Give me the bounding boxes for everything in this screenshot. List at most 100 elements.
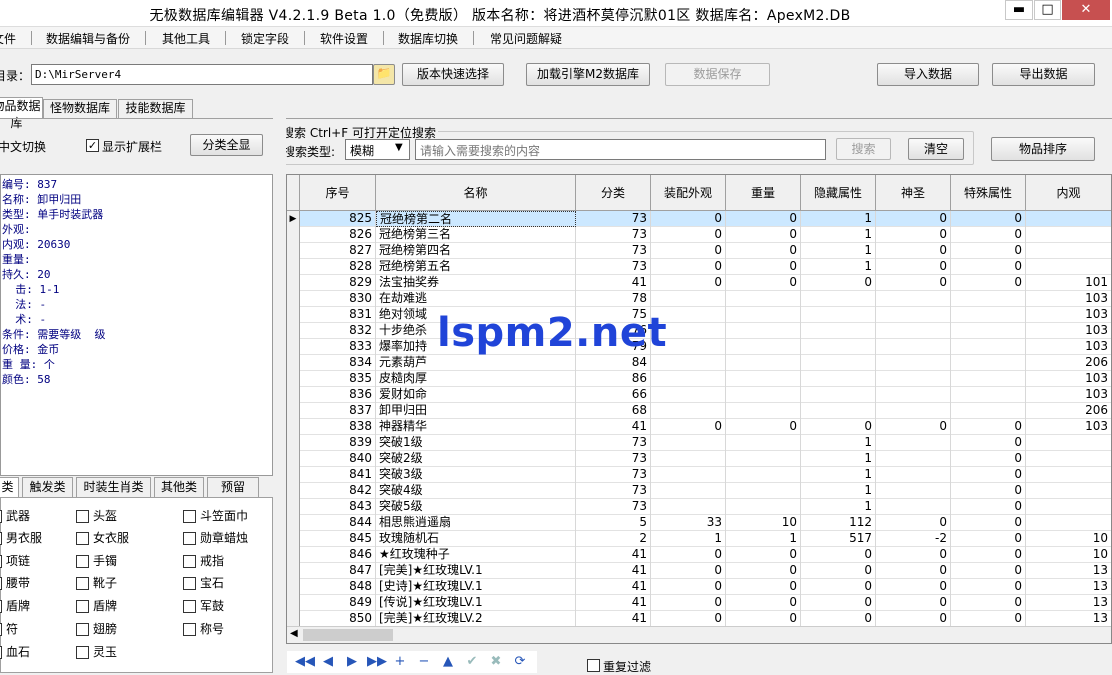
cell-name[interactable]: 突破5级	[376, 499, 576, 515]
cell-special-attr[interactable]	[951, 371, 1026, 387]
row-pointer-icon[interactable]: ▶	[287, 211, 300, 227]
cell-holy[interactable]	[876, 339, 951, 355]
cell-category[interactable]: 73	[576, 227, 651, 243]
category-checkbox[interactable]: 女衣服	[76, 530, 129, 546]
header-col-index[interactable]: 序号	[300, 175, 376, 211]
cell-special-attr[interactable]	[951, 403, 1026, 419]
cell-weight[interactable]	[726, 467, 801, 483]
cell-inner[interactable]: 13	[1026, 563, 1111, 579]
tab-category[interactable]: 类	[0, 477, 19, 497]
cell-index[interactable]: 832	[300, 323, 376, 339]
cell-category[interactable]: 2	[576, 531, 651, 547]
cell-special-attr[interactable]	[951, 307, 1026, 323]
checkbox[interactable]	[76, 510, 89, 523]
category-checkbox[interactable]: 手镯	[76, 553, 117, 569]
cell-special-attr[interactable]: 0	[951, 547, 1026, 563]
cell-special-attr[interactable]: 0	[951, 451, 1026, 467]
cell-hidden-attr[interactable]: 0	[801, 579, 876, 595]
table-row[interactable]: 841 突破3级 73 1 0	[287, 467, 1111, 483]
cell-name[interactable]: [完美]★红玫瑰LV.2	[376, 611, 576, 627]
checkbox[interactable]	[0, 646, 2, 659]
cell-index[interactable]: 842	[300, 483, 376, 499]
table-row[interactable]: 836 爱财如命 66 103	[287, 387, 1111, 403]
cell-name[interactable]: 冠绝榜第二名	[376, 211, 576, 227]
cell-holy[interactable]: 0	[876, 227, 951, 243]
table-row[interactable]: 832 十步绝杀 76 103	[287, 323, 1111, 339]
cell-index[interactable]: 844	[300, 515, 376, 531]
cell-appearance[interactable]: 0	[651, 563, 726, 579]
cell-holy[interactable]: 0	[876, 595, 951, 611]
cell-name[interactable]: 皮糙肉厚	[376, 371, 576, 387]
cell-weight[interactable]: 0	[726, 275, 801, 291]
cell-special-attr[interactable]: 0	[951, 211, 1026, 227]
cell-hidden-attr[interactable]: 1	[801, 499, 876, 515]
cell-special-attr[interactable]: 0	[951, 483, 1026, 499]
checkbox[interactable]	[76, 623, 89, 636]
cell-name[interactable]: 突破2级	[376, 451, 576, 467]
row-indicator[interactable]	[287, 467, 300, 483]
cell-appearance[interactable]	[651, 467, 726, 483]
cell-hidden-attr[interactable]: 1	[801, 435, 876, 451]
cell-name[interactable]: 冠绝榜第三名	[376, 227, 576, 243]
cell-special-attr[interactable]: 0	[951, 243, 1026, 259]
cell-appearance[interactable]: 0	[651, 611, 726, 627]
table-row[interactable]: 842 突破4级 73 1 0	[287, 483, 1111, 499]
cell-category[interactable]: 73	[576, 435, 651, 451]
cell-index[interactable]: 830	[300, 291, 376, 307]
cell-hidden-attr[interactable]	[801, 403, 876, 419]
cell-appearance[interactable]: 0	[651, 547, 726, 563]
cell-hidden-attr[interactable]: 1	[801, 211, 876, 227]
checkbox[interactable]	[76, 646, 89, 659]
checkbox[interactable]	[76, 532, 89, 545]
insert-record-icon[interactable]: +	[391, 654, 409, 670]
cell-holy[interactable]: 0	[876, 547, 951, 563]
cell-inner[interactable]	[1026, 451, 1111, 467]
search-type-select[interactable]: 模糊 ▼	[345, 139, 410, 160]
cell-appearance[interactable]	[651, 291, 726, 307]
cell-index[interactable]: 847	[300, 563, 376, 579]
cell-appearance[interactable]	[651, 355, 726, 371]
cell-special-attr[interactable]: 0	[951, 467, 1026, 483]
cell-special-attr[interactable]: 0	[951, 515, 1026, 531]
table-row[interactable]: 833 爆率加持 79 103	[287, 339, 1111, 355]
table-row[interactable]: ▶ 825 冠绝榜第二名 73 0 0 1 0 0	[287, 211, 1111, 227]
table-row[interactable]: 837 卸甲归田 68 206	[287, 403, 1111, 419]
cell-index[interactable]: 827	[300, 243, 376, 259]
header-col-hidden-attr[interactable]: 隐藏属性	[801, 175, 876, 211]
cell-holy[interactable]	[876, 323, 951, 339]
cell-name[interactable]: 冠绝榜第五名	[376, 259, 576, 275]
cell-category[interactable]: 41	[576, 611, 651, 627]
cell-category[interactable]: 73	[576, 467, 651, 483]
maximize-button[interactable]: □	[1034, 0, 1061, 20]
cell-holy[interactable]	[876, 483, 951, 499]
cell-inner[interactable]: 206	[1026, 403, 1111, 419]
cell-category[interactable]: 73	[576, 483, 651, 499]
header-col-weight[interactable]: 重量	[726, 175, 801, 211]
cell-weight[interactable]: 0	[726, 259, 801, 275]
checkbox[interactable]	[0, 532, 2, 545]
row-indicator[interactable]	[287, 435, 300, 451]
cell-category[interactable]: 66	[576, 387, 651, 403]
cell-special-attr[interactable]	[951, 291, 1026, 307]
cell-index[interactable]: 838	[300, 419, 376, 435]
cell-appearance[interactable]	[651, 435, 726, 451]
header-col-special-attr[interactable]: 特殊属性	[951, 175, 1026, 211]
minimize-button[interactable]: ▬	[1005, 0, 1033, 20]
cell-holy[interactable]: 0	[876, 579, 951, 595]
checkbox[interactable]	[0, 555, 2, 568]
cell-index[interactable]: 848	[300, 579, 376, 595]
row-indicator[interactable]	[287, 547, 300, 563]
checkbox[interactable]	[183, 532, 196, 545]
tab-other[interactable]: 其他类	[154, 477, 204, 497]
cell-inner[interactable]: 103	[1026, 339, 1111, 355]
cell-name[interactable]: 在劫难逃	[376, 291, 576, 307]
cell-special-attr[interactable]: 0	[951, 227, 1026, 243]
cell-inner[interactable]: 206	[1026, 355, 1111, 371]
cell-holy[interactable]: 0	[876, 563, 951, 579]
table-row[interactable]: 846 ★红玫瑰种子 41 0 0 0 0 0 10	[287, 547, 1111, 563]
cell-appearance[interactable]: 0	[651, 579, 726, 595]
cell-holy[interactable]	[876, 291, 951, 307]
checkbox[interactable]	[0, 510, 2, 523]
row-indicator[interactable]	[287, 259, 300, 275]
cell-weight[interactable]	[726, 355, 801, 371]
